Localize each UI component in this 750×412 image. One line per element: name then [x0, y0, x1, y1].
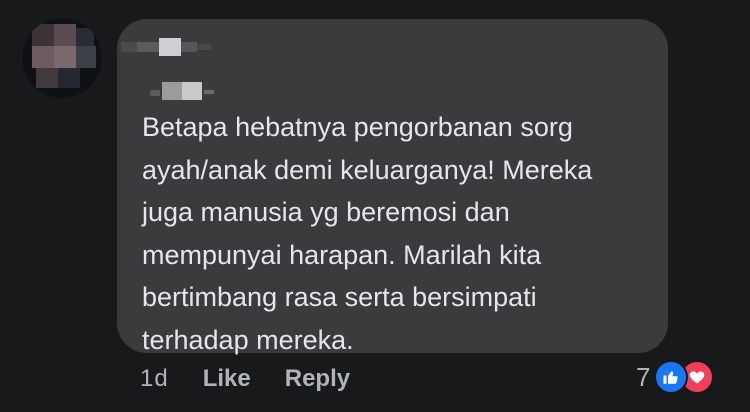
avatar[interactable]: [22, 18, 102, 98]
like-button[interactable]: Like: [203, 365, 251, 393]
reply-button[interactable]: Reply: [285, 365, 350, 393]
commenter-name[interactable]: [121, 34, 221, 62]
comment-actions: 1d Like Reply: [140, 364, 350, 394]
comment-text: Betapa hebatnya pengorbanan sorg ayah/an…: [142, 112, 593, 355]
like-icon: [654, 360, 689, 394]
commenter-subtitle: [150, 78, 220, 104]
reaction-count: 7: [636, 361, 651, 392]
comment-timestamp[interactable]: 1d: [140, 365, 169, 393]
reactions-summary[interactable]: 7: [636, 360, 715, 394]
